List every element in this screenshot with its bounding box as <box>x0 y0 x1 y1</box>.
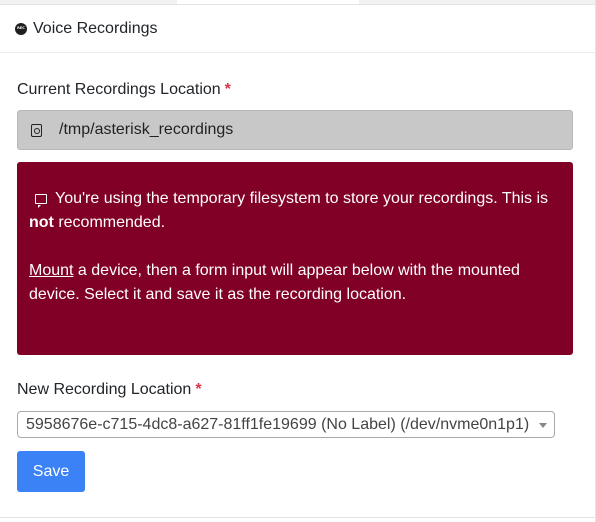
new-location-label: New Recording Location * <box>17 381 202 399</box>
new-location-label-text: New Recording Location <box>17 381 192 398</box>
alert-paragraph-warning: You're using the temporary filesystem to… <box>29 187 561 235</box>
current-location-value: /tmp/asterisk_recordings <box>59 121 234 138</box>
current-location-label-text: Current Recordings Location <box>17 81 221 98</box>
temporary-filesystem-alert: You're using the temporary filesystem to… <box>17 162 573 355</box>
message-icon <box>35 194 47 208</box>
alert-emphasis: not <box>29 214 54 231</box>
hard-drive-icon <box>31 123 42 137</box>
mount-link[interactable]: Mount <box>29 262 73 279</box>
alert-text: You're using the temporary filesystem to… <box>55 190 549 207</box>
new-location-select[interactable]: 5958676e-c715-4dc8-a627-81ff1fe19699 (No… <box>17 411 555 438</box>
required-marker: * <box>195 381 202 398</box>
selected-device: 5958676e-c715-4dc8-a627-81ff1fe19699 (No… <box>26 415 530 433</box>
active-tab[interactable] <box>177 0 359 4</box>
alert-instructions: a device, then a form input will appear … <box>29 262 520 303</box>
save-button[interactable]: Save <box>17 451 85 492</box>
card-header: REC Voice Recordings <box>0 5 596 53</box>
current-location-label: Current Recordings Location * <box>17 81 231 99</box>
record-icon: REC <box>15 22 27 35</box>
required-marker: * <box>224 81 231 98</box>
alert-text-end: recommended. <box>58 214 166 231</box>
current-location-field: /tmp/asterisk_recordings <box>17 110 573 150</box>
chevron-down-icon[interactable] <box>539 423 547 428</box>
record-icon-text: REC <box>17 25 25 30</box>
alert-paragraph-instructions: Mount a device, then a form input will a… <box>29 259 561 307</box>
card-bottom-border <box>0 517 596 518</box>
card-title: Voice Recordings <box>33 19 158 37</box>
